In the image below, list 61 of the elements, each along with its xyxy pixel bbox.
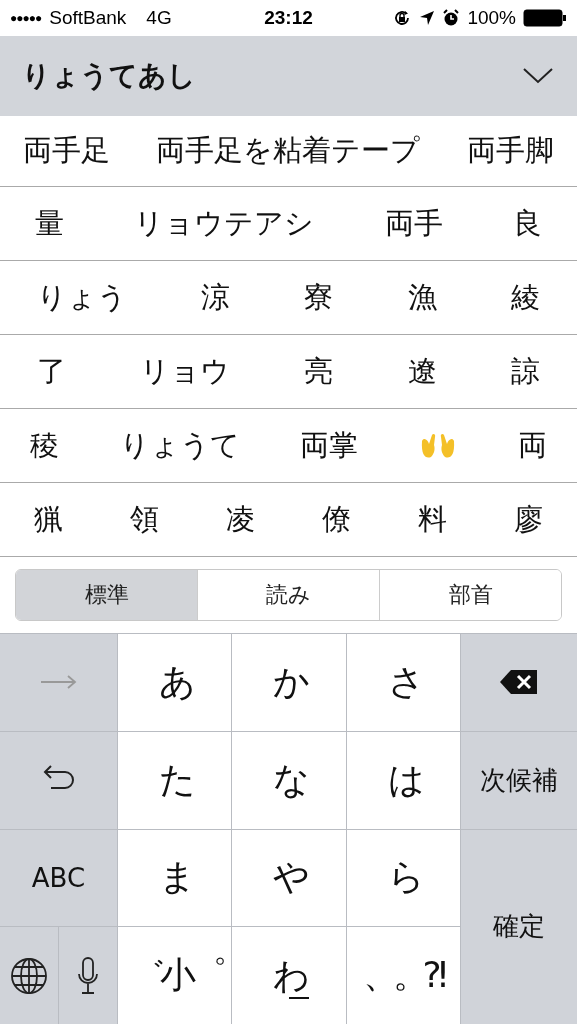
kana-key[interactable]: た bbox=[118, 731, 232, 829]
alarm-clock-icon bbox=[442, 9, 461, 27]
candidate-word[interactable]: 領 bbox=[129, 499, 159, 540]
kana-key[interactable]: ら bbox=[346, 829, 460, 927]
function-key[interactable]: ABC bbox=[0, 829, 117, 927]
candidate-word[interactable]: 漁 bbox=[407, 277, 437, 318]
network-type: 4G bbox=[146, 7, 172, 29]
candidate-word[interactable]: リョウ bbox=[140, 351, 231, 392]
candidate-word[interactable]: 量 bbox=[35, 203, 65, 244]
signal-indicator: ●●●●● bbox=[10, 11, 42, 25]
candidate-word[interactable]: 諒 bbox=[510, 351, 540, 392]
microphone-key[interactable] bbox=[59, 927, 117, 1024]
kana-key[interactable]: は bbox=[346, 731, 460, 829]
candidate-word[interactable]: 了 bbox=[37, 351, 67, 392]
backspace-icon bbox=[499, 668, 539, 697]
candidate-word[interactable]: 猟 bbox=[33, 499, 63, 540]
candidate-word[interactable]: 両掌 bbox=[300, 425, 359, 466]
candidate-word[interactable]: 遼 bbox=[407, 351, 437, 392]
candidate-word[interactable]: 凌 bbox=[225, 499, 255, 540]
candidate-word[interactable]: 僚 bbox=[322, 499, 352, 540]
kana-key[interactable]: ま bbox=[118, 829, 232, 927]
battery-icon bbox=[523, 9, 567, 27]
right-arrow-icon bbox=[38, 674, 79, 691]
candidate-word[interactable]: りょう bbox=[37, 277, 128, 318]
kana-key[interactable]: ゛小゜ bbox=[118, 927, 232, 1024]
candidate-word[interactable]: 良 bbox=[512, 203, 542, 244]
globe-key[interactable] bbox=[0, 927, 58, 1024]
candidate-word[interactable]: 涼 bbox=[201, 277, 231, 318]
input-reading: りょうてあし bbox=[22, 58, 196, 94]
candidate-word[interactable]: りょうて bbox=[119, 425, 240, 466]
clock-time: 23:12 bbox=[264, 7, 313, 29]
location-arrow-icon bbox=[419, 10, 436, 26]
function-key[interactable]: 確定 bbox=[461, 829, 577, 1024]
kana-key[interactable]: わ bbox=[232, 927, 346, 1024]
kana-key[interactable]: あ bbox=[118, 634, 232, 731]
candidate-word[interactable]: 廖 bbox=[514, 499, 544, 540]
segment-tab[interactable]: 標準 bbox=[16, 570, 197, 620]
chevron-down-icon[interactable] bbox=[523, 68, 553, 84]
candidate-word[interactable]: 綾 bbox=[510, 277, 540, 318]
candidate-word[interactable]: 両手足 bbox=[23, 131, 111, 171]
candidate-word[interactable]: 亮 bbox=[304, 351, 334, 392]
kana-key[interactable]: か bbox=[232, 634, 346, 731]
kana-key[interactable]: さ bbox=[346, 634, 460, 731]
candidate-word[interactable]: 両手 bbox=[384, 203, 443, 244]
backspace-key[interactable] bbox=[461, 634, 577, 731]
kana-key[interactable]: や bbox=[232, 829, 346, 927]
function-key[interactable]: 次候補 bbox=[461, 731, 577, 829]
carrier-name: SoftBank bbox=[49, 7, 127, 29]
segment-tab[interactable]: 部首 bbox=[379, 570, 561, 620]
globe-icon bbox=[10, 956, 48, 995]
candidate-word[interactable]: 両 bbox=[517, 425, 547, 466]
battery-percentage: 100% bbox=[467, 7, 516, 29]
microphone-icon bbox=[76, 955, 100, 996]
candidate-word[interactable]: 稜 bbox=[30, 425, 60, 466]
kana-key[interactable]: な bbox=[232, 731, 346, 829]
candidate-word[interactable]: 両手足を粘着テープ bbox=[156, 131, 421, 171]
candidate-word[interactable]: 寮 bbox=[304, 277, 334, 318]
candidate-word[interactable]: 両手脚 bbox=[466, 131, 554, 171]
kana-key[interactable]: 、。?! bbox=[346, 927, 460, 1024]
candidate-word[interactable]: リョウテアシ bbox=[134, 203, 315, 244]
candidate-word[interactable]: 料 bbox=[418, 499, 448, 540]
